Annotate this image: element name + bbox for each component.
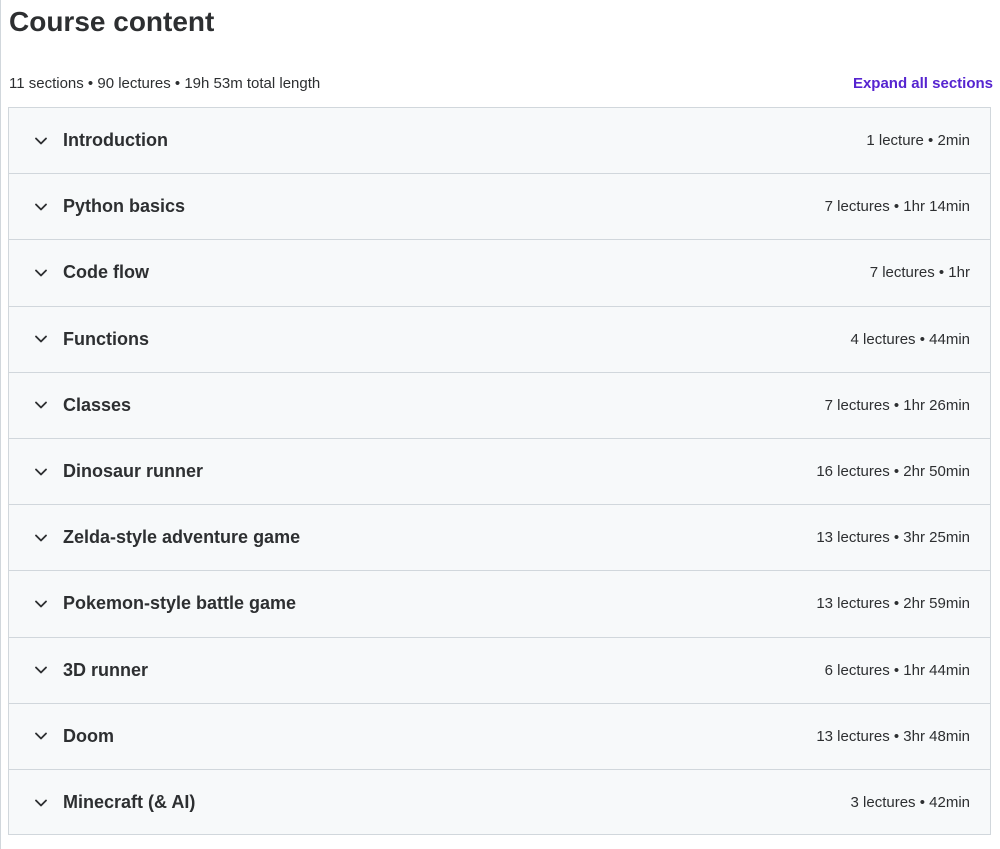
section-meta: 1 lecture • 2min: [866, 132, 970, 150]
section-meta: 7 lectures • 1hr 26min: [824, 396, 970, 414]
course-summary: 11 sections • 90 lectures • 19h 53m tota…: [9, 74, 321, 92]
section-meta: 7 lectures • 1hr 14min: [824, 198, 970, 216]
chevron-down-icon: [33, 199, 49, 215]
section-meta: 13 lectures • 3hr 48min: [816, 727, 970, 745]
section-meta: 13 lectures • 2hr 59min: [816, 595, 970, 613]
section-title: Dinosaur runner: [63, 461, 204, 482]
course-summary-row: 11 sections • 90 lectures • 19h 53m tota…: [9, 72, 993, 94]
section-header[interactable]: Functions 4 lectures • 44min: [9, 307, 990, 373]
section-header[interactable]: Classes 7 lectures • 1hr 26min: [9, 373, 990, 439]
chevron-down-icon: [33, 464, 49, 480]
chevron-down-icon: [33, 265, 49, 281]
section-header[interactable]: Dinosaur runner 16 lectures • 2hr 50min: [9, 439, 990, 506]
section-meta: 3 lectures • 42min: [850, 794, 970, 812]
section-header[interactable]: Python basics 7 lectures • 1hr 14min: [9, 174, 990, 241]
section-header[interactable]: Pokemon-style battle game 13 lectures • …: [9, 571, 990, 638]
section-title: Zelda-style adventure game: [63, 527, 301, 548]
sections-accordion: Introduction 1 lecture • 2min Python bas…: [8, 107, 991, 835]
section-header[interactable]: Zelda-style adventure game 13 lectures •…: [9, 505, 990, 572]
section-title: Python basics: [63, 196, 186, 217]
section-header[interactable]: Doom 13 lectures • 3hr 48min: [9, 704, 990, 770]
section-meta: 13 lectures • 3hr 25min: [816, 529, 970, 547]
chevron-down-icon: [33, 133, 49, 149]
chevron-down-icon: [33, 728, 49, 744]
section-meta: 16 lectures • 2hr 50min: [816, 463, 970, 481]
chevron-down-icon: [33, 331, 49, 347]
left-divider: [0, 0, 1, 849]
expand-all-sections-button[interactable]: Expand all sections: [853, 75, 993, 92]
section-title: Minecraft (& AI): [63, 792, 196, 813]
section-header[interactable]: Introduction 1 lecture • 2min: [9, 108, 990, 175]
section-meta: 6 lectures • 1hr 44min: [824, 661, 970, 679]
chevron-down-icon: [33, 795, 49, 811]
section-header[interactable]: 3D runner 6 lectures • 1hr 44min: [9, 638, 990, 704]
section-title: Classes: [63, 394, 132, 415]
section-title: Pokemon-style battle game: [63, 593, 297, 614]
chevron-down-icon: [33, 397, 49, 413]
section-title: Introduction: [63, 130, 168, 151]
section-title: Functions: [63, 328, 149, 349]
chevron-down-icon: [33, 530, 49, 546]
chevron-down-icon: [33, 662, 49, 678]
section-meta: 4 lectures • 44min: [850, 330, 970, 348]
section-title: Code flow: [63, 262, 149, 283]
page-title: Course content: [9, 6, 215, 37]
section-title: 3D runner: [63, 659, 149, 680]
section-title: Doom: [63, 725, 114, 746]
section-meta: 7 lectures • 1hr: [869, 264, 970, 282]
section-header[interactable]: Minecraft (& AI) 3 lectures • 42min: [9, 770, 990, 836]
section-header[interactable]: Code flow 7 lectures • 1hr: [9, 240, 990, 307]
chevron-down-icon: [33, 596, 49, 612]
